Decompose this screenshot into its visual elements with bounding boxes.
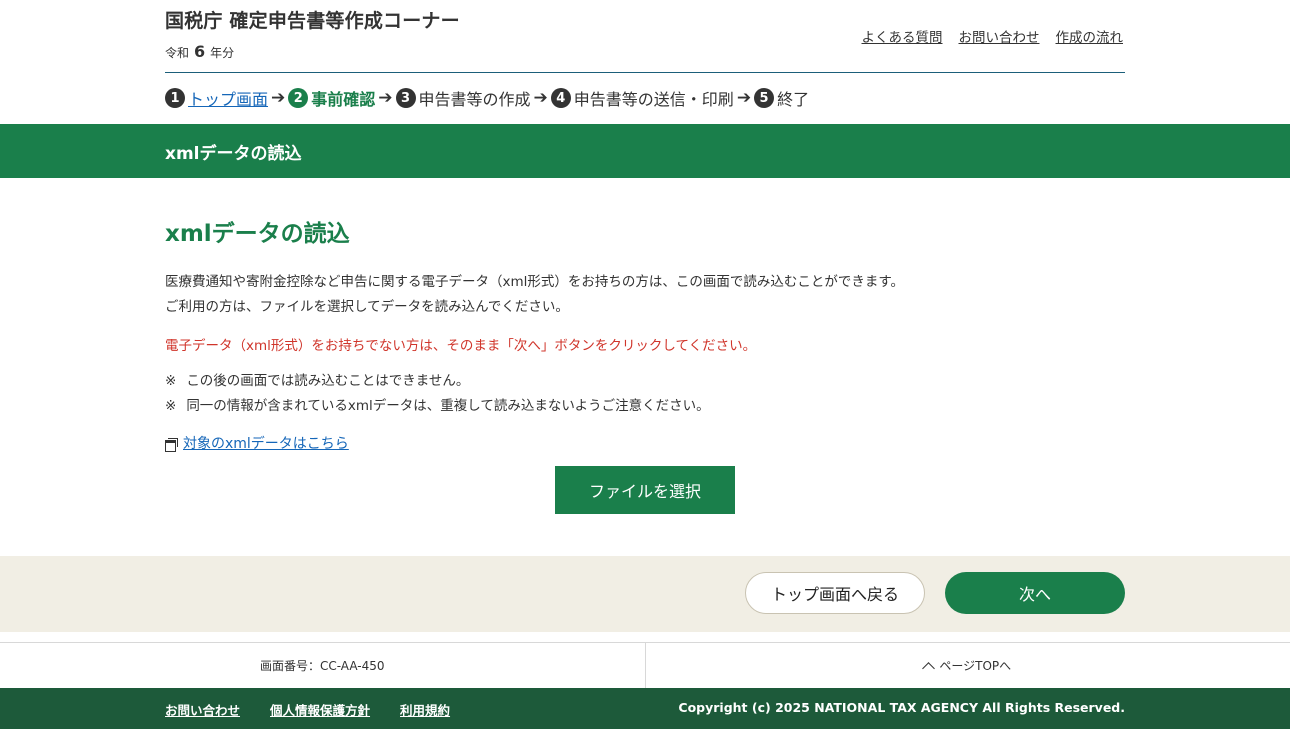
- page-bar-title: xmlデータの読込: [165, 144, 302, 164]
- contact-link[interactable]: お問い合わせ: [959, 26, 1040, 46]
- warning-text: 電子データ（xml形式）をお持ちでない方は、そのまま「次へ」ボタンをクリックして…: [165, 338, 757, 354]
- page-heading: xmlデータの読込: [165, 221, 350, 247]
- faq-link[interactable]: よくある質問: [862, 26, 943, 46]
- step-5: 5 終了: [754, 86, 809, 110]
- step-2: 2 事前確認: [288, 86, 375, 110]
- year-number: 6: [194, 42, 206, 61]
- arrow-right-icon: ➔: [533, 88, 548, 108]
- chevron-up-icon: [922, 661, 936, 675]
- progress-steps: 1 トップ画面 ➔ 2 事前確認 ➔ 3 申告書等の作成 ➔ 4 申告書等の送信…: [165, 86, 809, 110]
- note-item: ※ 同一の情報が含まれているxmlデータは、重複して読み込まないようご注意くださ…: [165, 394, 710, 419]
- next-button[interactable]: 次へ: [945, 572, 1125, 614]
- step-1: 1 トップ画面: [165, 86, 268, 110]
- notes: ※ この後の画面では読み込むことはできません。 ※ 同一の情報が含まれているxm…: [165, 369, 710, 419]
- intro-line-2: ご利用の方は、ファイルを選択してデータを読み込んでください。: [165, 299, 569, 315]
- step-top-link[interactable]: トップ画面: [188, 86, 268, 110]
- step-label-3: 申告書等の作成: [418, 90, 531, 109]
- step-number-5: 5: [754, 88, 775, 108]
- target-data-link-row: 対象のxmlデータはこちら: [165, 433, 349, 453]
- step-number-1: 1: [165, 88, 185, 108]
- note-mark: ※: [165, 373, 177, 389]
- step-label-5: 終了: [777, 90, 810, 109]
- action-bar: トップ画面へ戻る 次へ: [0, 556, 1290, 632]
- step-4: 4 申告書等の送信・印刷: [550, 86, 734, 110]
- back-to-top-button[interactable]: トップ画面へ戻る: [745, 572, 925, 614]
- new-window-icon: [165, 437, 178, 452]
- note-text-1: この後の画面では読み込むことはできません。: [186, 373, 470, 389]
- step-number-2: 2: [288, 88, 309, 108]
- footer-links: お問い合わせ 個人情報保護方針 利用規約: [165, 700, 450, 719]
- copyright: Copyright (c) 2025 NATIONAL TAX AGENCY A…: [678, 700, 1125, 715]
- tax-year: 令和 6 年分: [165, 42, 234, 61]
- info-row: 画面番号：CC-AA-450 ページTOPへ: [0, 642, 1290, 688]
- arrow-right-icon: ➔: [271, 88, 286, 108]
- screen-id-cell: 画面番号：CC-AA-450: [0, 643, 645, 688]
- note-mark: ※: [165, 398, 177, 414]
- intro-line-1: 医療費通知や寄附金控除など申告に関する電子データ（xml形式）をお持ちの方は、こ…: [165, 274, 905, 290]
- flow-link[interactable]: 作成の流れ: [1056, 26, 1124, 46]
- header-divider: [165, 72, 1125, 73]
- page-top-link[interactable]: ページTOPへ: [922, 657, 1012, 675]
- page-top-cell: ページTOPへ: [644, 643, 1290, 688]
- screen-id: 画面番号：CC-AA-450: [259, 659, 385, 673]
- intro-text: 医療費通知や寄附金控除など申告に関する電子データ（xml形式）をお持ちの方は、こ…: [165, 270, 904, 320]
- header-links: よくある質問 お問い合わせ 作成の流れ: [862, 26, 1124, 46]
- step-number-4: 4: [550, 88, 571, 108]
- page-title-bar: xmlデータの読込: [0, 124, 1290, 178]
- footer-terms-link[interactable]: 利用規約: [400, 700, 450, 719]
- page-top-label: ページTOPへ: [939, 659, 1012, 673]
- step-3: 3 申告書等の作成: [395, 86, 531, 110]
- note-text-2: 同一の情報が含まれているxmlデータは、重複して読み込まないようご注意ください。: [186, 398, 710, 414]
- arrow-right-icon: ➔: [736, 88, 752, 108]
- select-file-button[interactable]: ファイルを選択: [555, 466, 735, 514]
- footer-privacy-link[interactable]: 個人情報保護方針: [270, 700, 370, 719]
- target-data-link[interactable]: 対象のxmlデータはこちら: [183, 433, 349, 453]
- site-title: 国税庁 確定申告書等作成コーナー: [165, 10, 460, 32]
- step-label-4: 申告書等の送信・印刷: [573, 90, 734, 109]
- arrow-right-icon: ➔: [378, 88, 393, 108]
- footer: お問い合わせ 個人情報保護方針 利用規約 Copyright (c) 2025 …: [0, 688, 1290, 729]
- note-item: ※ この後の画面では読み込むことはできません。: [165, 369, 710, 394]
- year-prefix: 令和: [165, 46, 190, 60]
- step-number-3: 3: [395, 88, 416, 108]
- year-suffix: 年分: [210, 46, 235, 60]
- step-label-2: 事前確認: [311, 90, 376, 109]
- footer-contact-link[interactable]: お問い合わせ: [165, 700, 240, 719]
